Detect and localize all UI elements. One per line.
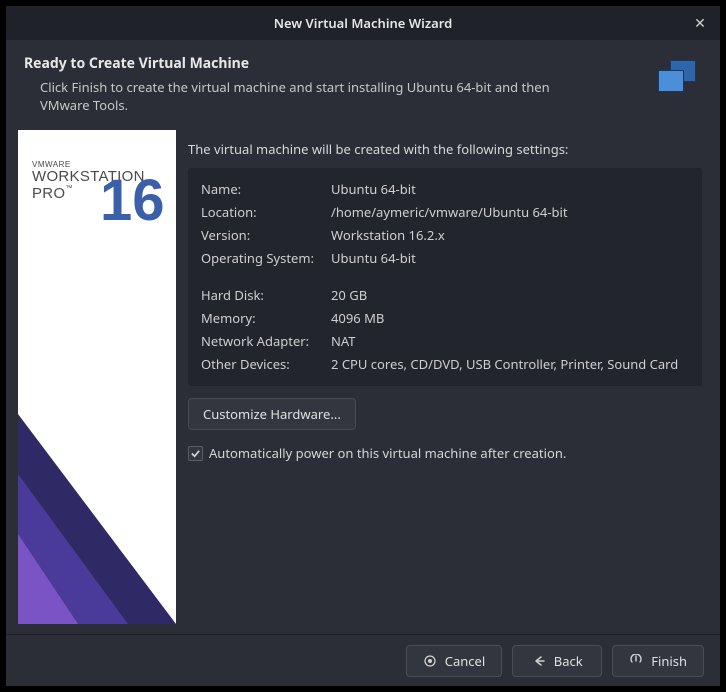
footer: Cancel Back Finish bbox=[6, 634, 720, 686]
close-button[interactable]: ✕ bbox=[680, 6, 720, 40]
brand-version: 16 bbox=[100, 172, 165, 230]
cancel-button[interactable]: Cancel bbox=[406, 645, 502, 677]
settings-value: 2 CPU cores, CD/DVD, USB Controller, Pri… bbox=[331, 352, 689, 375]
cancel-label: Cancel bbox=[445, 652, 485, 670]
header-description: Click Finish to create the virtual machi… bbox=[24, 79, 564, 114]
arrow-left-icon bbox=[532, 654, 546, 668]
settings-table: Name:Ubuntu 64-bitLocation:/home/aymeric… bbox=[201, 177, 689, 375]
settings-key: Operating System: bbox=[201, 246, 331, 269]
settings-row: Version:Workstation 16.2.x bbox=[201, 223, 689, 246]
header: Ready to Create Virtual Machine Click Fi… bbox=[6, 40, 720, 130]
back-button[interactable]: Back bbox=[512, 645, 602, 677]
content-panel: The virtual machine will be created with… bbox=[186, 130, 708, 624]
window-title: New Virtual Machine Wizard bbox=[274, 14, 453, 32]
cancel-icon bbox=[423, 654, 437, 668]
autopower-label: Automatically power on this virtual mach… bbox=[209, 444, 566, 462]
check-icon bbox=[190, 448, 201, 459]
finish-label: Finish bbox=[651, 652, 687, 670]
sidebar-brand-panel: VMWARE WORKSTATION PRO™ 16 bbox=[18, 130, 176, 624]
settings-summary: Name:Ubuntu 64-bitLocation:/home/aymeric… bbox=[188, 168, 702, 386]
settings-value: /home/aymeric/vmware/Ubuntu 64-bit bbox=[331, 200, 689, 223]
settings-row: Hard Disk:20 GB bbox=[201, 283, 689, 306]
autopower-row: Automatically power on this virtual mach… bbox=[188, 444, 702, 462]
settings-value: Workstation 16.2.x bbox=[331, 223, 689, 246]
settings-row: Operating System:Ubuntu 64-bit bbox=[201, 246, 689, 269]
titlebar: New Virtual Machine Wizard ✕ bbox=[6, 6, 720, 40]
settings-key: Hard Disk: bbox=[201, 283, 331, 306]
finish-button[interactable]: Finish bbox=[612, 645, 704, 677]
settings-row: Name:Ubuntu 64-bit bbox=[201, 177, 689, 200]
back-label: Back bbox=[554, 652, 583, 670]
settings-key: Other Devices: bbox=[201, 352, 331, 375]
close-icon: ✕ bbox=[694, 14, 706, 33]
settings-key: Memory: bbox=[201, 306, 331, 329]
settings-key: Version: bbox=[201, 223, 331, 246]
settings-key: Network Adapter: bbox=[201, 329, 331, 352]
header-heading: Ready to Create Virtual Machine bbox=[24, 54, 644, 73]
autopower-checkbox[interactable] bbox=[188, 446, 203, 461]
settings-value: 4096 MB bbox=[331, 306, 689, 329]
customize-hardware-label: Customize Hardware... bbox=[203, 405, 341, 423]
settings-value: NAT bbox=[331, 329, 689, 352]
settings-row: Memory:4096 MB bbox=[201, 306, 689, 329]
body: VMWARE WORKSTATION PRO™ 16 The virtual m… bbox=[6, 130, 720, 624]
vm-icon bbox=[654, 54, 702, 102]
settings-key: Location: bbox=[201, 200, 331, 223]
wizard-window: New Virtual Machine Wizard ✕ Ready to Cr… bbox=[6, 6, 720, 686]
decorative-triangles bbox=[18, 304, 176, 624]
customize-hardware-button[interactable]: Customize Hardware... bbox=[188, 398, 356, 430]
settings-value: Ubuntu 64-bit bbox=[331, 177, 689, 200]
settings-key: Name: bbox=[201, 177, 331, 200]
finish-icon bbox=[629, 654, 643, 668]
settings-row: Network Adapter:NAT bbox=[201, 329, 689, 352]
settings-row: Other Devices:2 CPU cores, CD/DVD, USB C… bbox=[201, 352, 689, 375]
intro-text: The virtual machine will be created with… bbox=[188, 140, 702, 158]
settings-value: 20 GB bbox=[331, 283, 689, 306]
settings-row: Location:/home/aymeric/vmware/Ubuntu 64-… bbox=[201, 200, 689, 223]
settings-value: Ubuntu 64-bit bbox=[331, 246, 689, 269]
